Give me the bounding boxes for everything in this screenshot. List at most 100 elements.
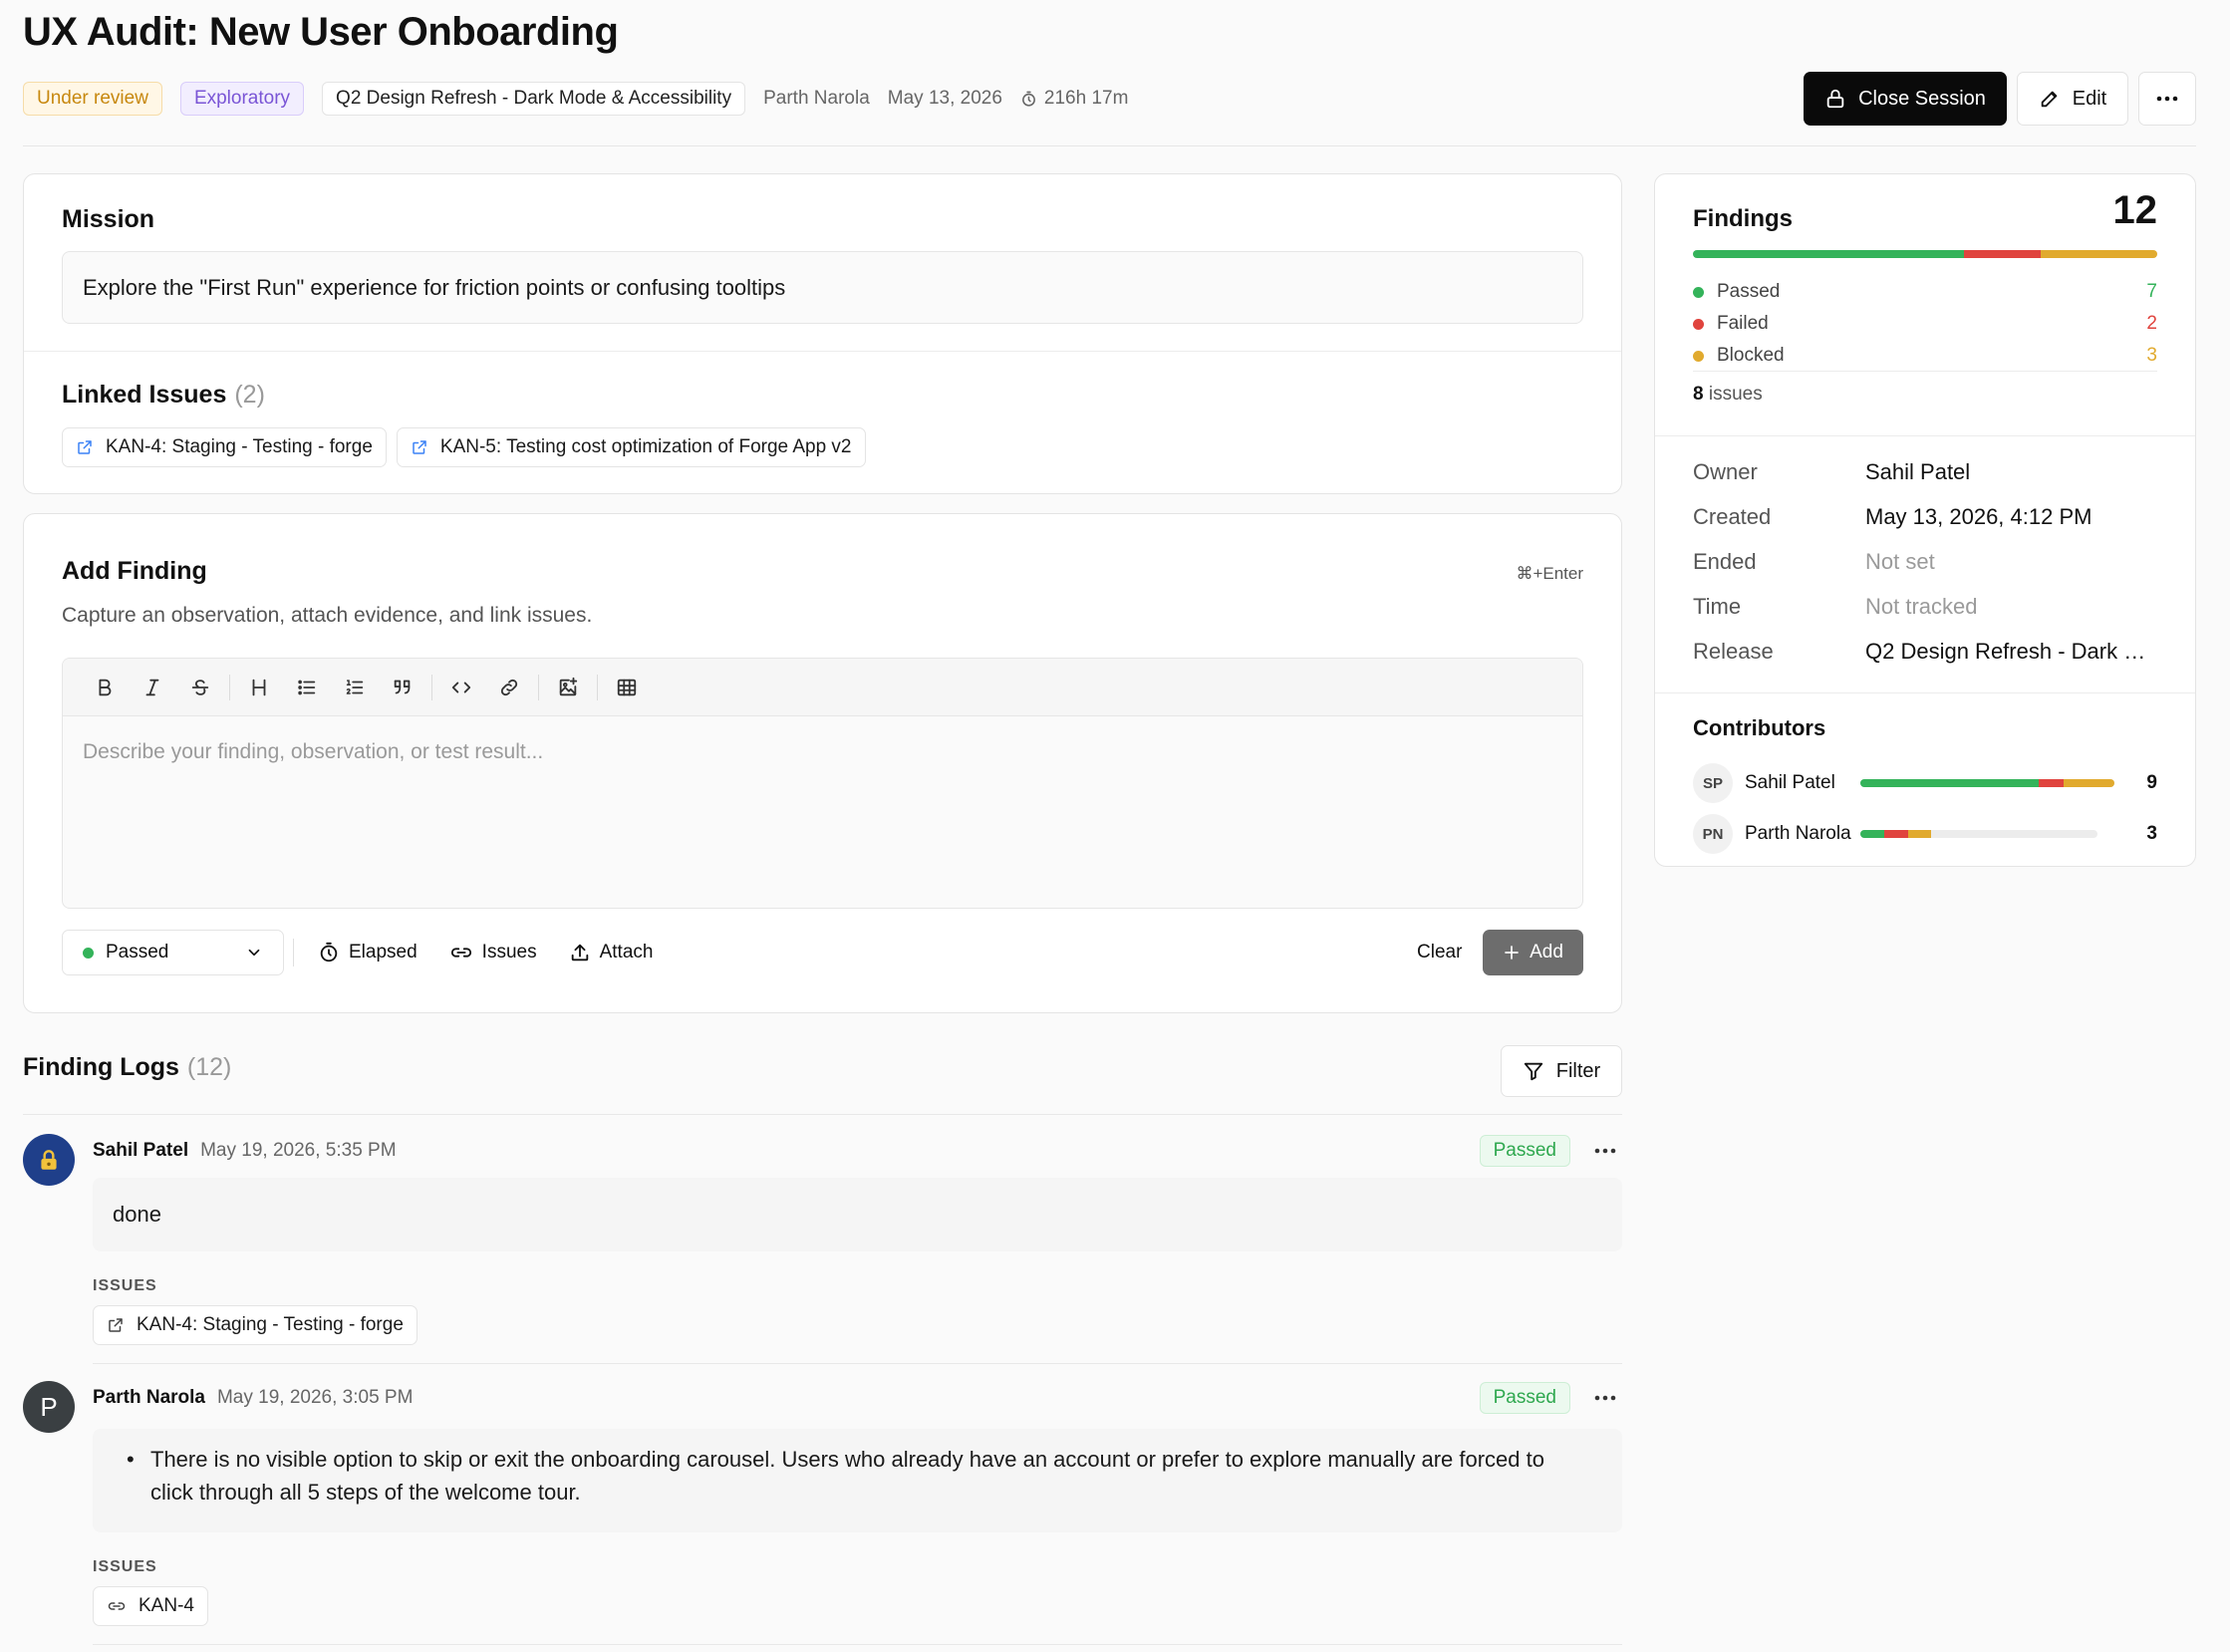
image-button[interactable] [544,668,592,707]
edit-button[interactable]: Edit [2017,72,2128,126]
clear-button[interactable]: Clear [1417,930,1462,975]
link-icon [107,1597,127,1615]
linked-issue-chip[interactable]: KAN-4: Staging - Testing - forge [62,427,387,467]
status-value: Passed [106,942,169,963]
legend-row-failed: Failed 2 [1693,308,2157,340]
upload-icon [569,942,591,964]
prop-key: Time [1693,594,1742,619]
finding-log-entry: Sahil Patel May 19, 2026, 5:35 PM Passed… [23,1134,1622,1365]
toolbar-divider [597,674,598,700]
contributor-row: SP Sahil Patel 9 [1693,759,2157,807]
duration-value: 216h 17m [1043,88,1129,109]
log-issue-chip[interactable]: KAN-4: Staging - Testing - forge [93,1305,418,1345]
sidebar-divider [1655,692,2195,693]
numbered-list-button[interactable] [331,668,379,707]
contributor-bar-segment-blocked [1907,830,1932,838]
findings-legend: Passed 7 Failed 2 Blocked 3 [1693,276,2157,372]
add-finding-button[interactable]: Add [1483,930,1583,975]
legend-label: Passed [1717,281,1781,302]
session-duration: 216h 17m [1020,88,1129,110]
log-header: Parth Narola May 19, 2026, 3:05 PM [93,1381,413,1415]
contributor-name: Parth Narola [1745,823,1851,844]
log-issue-label: KAN-4: Staging - Testing - forge [137,1314,404,1335]
link-button[interactable] [485,668,533,707]
log-divider [93,1363,1622,1364]
contributor-bar-segment-passed [1860,830,1884,838]
contributor-count: 3 [2146,823,2157,844]
release-badge[interactable]: Q2 Design Refresh - Dark Mode & Accessib… [322,82,746,116]
contributor-bar [1860,830,2097,838]
log-issues-label: ISSUES [93,1558,157,1575]
external-link-icon [107,1316,125,1334]
code-button[interactable] [437,668,485,707]
contributor-count: 9 [2146,772,2157,793]
toolbar-divider [538,674,539,700]
release-row: Release Q2 Design Refresh - Dark Mode & … [1693,630,2161,674]
close-session-button[interactable]: Close Session [1804,72,2007,126]
log-issue-chip[interactable]: KAN-4 [93,1586,208,1626]
log-author: Sahil Patel [93,1140,189,1161]
finding-logs-count: (12) [186,1053,232,1081]
bullet-list-button[interactable] [283,668,331,707]
finding-text-input[interactable]: Describe your finding, observation, or t… [63,716,1582,788]
issues-count-value: 8 [1693,384,1704,405]
filter-button[interactable]: Filter [1501,1045,1622,1097]
issues-count: 8 issues [1693,384,1763,406]
heading-button[interactable] [235,668,283,707]
finding-log-entry: P Parth Narola May 19, 2026, 3:05 PM Pas… [23,1381,1622,1640]
pencil-icon [2039,88,2061,110]
quote-button[interactable] [379,668,426,707]
time-row: Time Not tracked [1693,585,2161,629]
log-header: Sahil Patel May 19, 2026, 5:35 PM [93,1134,397,1168]
italic-button[interactable] [129,668,176,707]
editor-toolbar [63,659,1582,716]
mission-divider [24,351,1621,352]
linked-issue-label: KAN-5: Testing cost optimization of Forg… [439,436,852,457]
elapsed-button[interactable]: Elapsed [318,942,418,964]
issues-button[interactable]: Issues [449,942,537,964]
contributor-bar-segment-passed [1860,779,2039,787]
linked-issues-heading: Linked Issues (2) [62,381,265,410]
log-body-text: There is no visible option to skip or ex… [150,1447,1544,1505]
findings-bar-segment-blocked [2041,250,2157,258]
elapsed-label: Elapsed [349,942,418,963]
actions-divider [293,939,294,966]
log-more-button[interactable] [1588,1134,1622,1168]
linked-issue-chip[interactable]: KAN-5: Testing cost optimization of Forg… [396,427,866,467]
external-link-icon [411,438,428,456]
release-value[interactable]: Q2 Design Refresh - Dark Mode & Accessib… [1865,639,2161,665]
avatar [23,1134,75,1186]
time-value: Not tracked [1865,594,1978,619]
link-icon [449,942,473,964]
table-icon [616,677,638,698]
contributors-heading: Contributors [1693,715,1826,740]
legend-value: 3 [2146,345,2157,366]
contributor-row: PN Parth Narola 3 [1693,810,2157,858]
strikethrough-button[interactable] [176,668,224,707]
close-session-label: Close Session [1858,87,1986,110]
passed-dot [1693,286,1704,298]
finding-actions: Elapsed Issues Attach [293,930,653,975]
status-select[interactable]: Passed [62,930,284,975]
session-date: May 13, 2026 [887,88,1002,109]
linked-issues-list: KAN-4: Staging - Testing - forge KAN-5: … [62,427,866,467]
log-timestamp: May 19, 2026, 3:05 PM [216,1387,414,1408]
edit-label: Edit [2072,87,2107,110]
contributor-bar [1860,779,2114,787]
bold-button[interactable] [81,668,129,707]
attach-button[interactable]: Attach [569,942,653,964]
ellipsis-icon [1594,1395,1616,1401]
findings-bar-segment-failed [1963,250,2042,258]
table-button[interactable] [603,668,651,707]
more-options-button[interactable] [2138,72,2196,126]
linked-issue-label: KAN-4: Staging - Testing - forge [106,436,373,457]
findings-bar-segment-passed [1693,250,1964,258]
contributor-bar-segment-failed [2038,779,2064,787]
log-more-button[interactable] [1588,1381,1622,1415]
italic-icon [141,677,163,698]
filter-label: Filter [1555,1059,1601,1082]
contributor-bar-segment-blocked [2064,779,2114,787]
ended-value: Not set [1865,549,1935,574]
status-dot [83,947,94,959]
log-issue-label: KAN-4 [139,1595,194,1616]
